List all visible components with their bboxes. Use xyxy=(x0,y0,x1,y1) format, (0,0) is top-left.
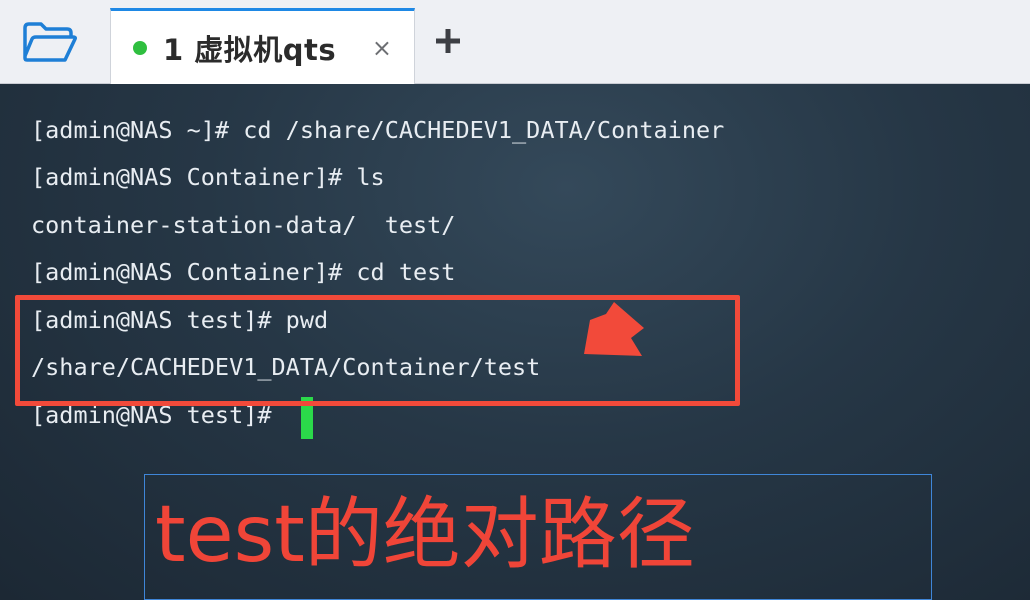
plus-icon xyxy=(436,29,460,53)
folder-open-icon xyxy=(23,22,77,62)
terminal-output[interactable]: [admin@NAS ~]# cd /share/CACHEDEV1_DATA/… xyxy=(0,84,1030,600)
tab-bar: 1 虚拟机qts × xyxy=(0,0,1030,84)
caption-box: test的绝对路径 xyxy=(144,474,932,600)
terminal-line: [admin@NAS ~]# cd /share/CACHEDEV1_DATA/… xyxy=(31,116,725,144)
terminal-line: [admin@NAS Container]# ls xyxy=(31,163,385,191)
tab-session-qts[interactable]: 1 虚拟机qts × xyxy=(110,8,415,84)
terminal-line: container-station-data/ test/ xyxy=(31,211,456,239)
terminal-line: [admin@NAS Container]# cd test xyxy=(31,258,456,286)
ssh-client-window: 1 虚拟机qts × [admin@NAS ~]# cd /share/CACH… xyxy=(0,0,1030,600)
caption-text: test的绝对路径 xyxy=(155,490,695,580)
new-tab-button[interactable] xyxy=(430,18,466,64)
tab-label: 1 虚拟机qts xyxy=(163,32,337,67)
open-folder-button[interactable] xyxy=(0,0,100,84)
close-tab-icon[interactable]: × xyxy=(372,36,392,60)
connection-status-dot xyxy=(133,40,147,55)
red-arrow-icon xyxy=(584,302,644,356)
